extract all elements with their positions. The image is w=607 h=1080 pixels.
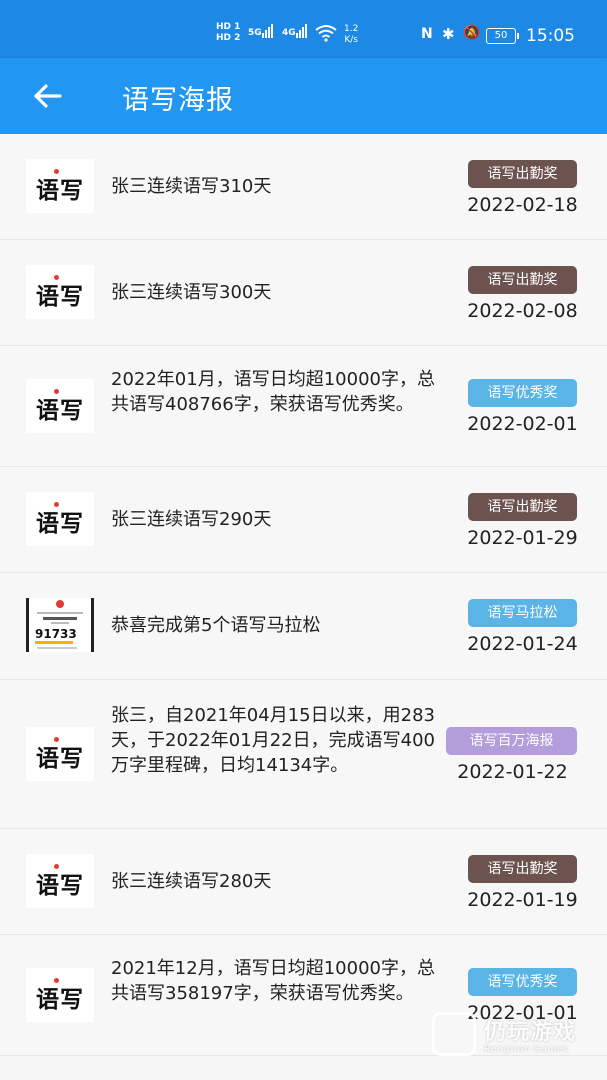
page-title: 语写海报	[122, 85, 234, 116]
nfc-icon: N	[421, 26, 433, 42]
item-text: 张三连续语写290天	[111, 509, 272, 530]
watermark-subtext: Rengwan Games	[484, 1044, 569, 1055]
item-text: 张三连续语写300天	[111, 282, 272, 303]
item-date: 2022-01-24	[467, 633, 578, 655]
list-item[interactable]: 91733 恭喜完成第5个语写马拉松 语写马拉松 2022-01-24	[0, 573, 607, 680]
arrow-left-icon	[34, 84, 62, 108]
watermark-text: 仍玩游戏	[484, 1020, 577, 1045]
award-badge: 语写出勤奖	[468, 493, 577, 521]
list-item[interactable]: 语写 2022年01月，语写日均超10000字，总共语写408766字，荣获语写…	[0, 346, 607, 467]
watermark: 仍玩游戏 Rengwan Games	[432, 1012, 607, 1080]
item-date: 2022-02-01	[467, 413, 578, 435]
poster-thumbnail: 语写	[26, 492, 94, 546]
poster-thumbnail: 语写	[26, 854, 94, 908]
bluetooth-icon: ✱	[442, 25, 455, 43]
signal-4g-icon: 4G	[282, 24, 308, 38]
item-text: 张三，自2021年04月15日以来，用283天，于2022年01月22日，完成语…	[111, 705, 435, 776]
battery-icon: 50	[486, 28, 519, 44]
wifi-icon	[314, 24, 338, 46]
list-item[interactable]: 语写 张三，自2021年04月15日以来，用283天，于2022年01月22日，…	[0, 680, 607, 829]
back-button[interactable]	[30, 76, 66, 116]
award-badge: 语写马拉松	[468, 599, 577, 627]
poster-thumbnail: 语写	[26, 159, 94, 213]
poster-list: 语写 张三连续语写310天 语写出勤奖 2022-02-18 语写 张三连续语写…	[0, 134, 607, 1056]
poster-thumbnail: 语写	[26, 727, 94, 781]
award-badge: 语写出勤奖	[468, 855, 577, 883]
item-date: 2022-02-18	[467, 194, 578, 216]
item-text: 张三连续语写280天	[111, 871, 272, 892]
list-item[interactable]: 语写 张三连续语写310天 语写出勤奖 2022-02-18	[0, 134, 607, 240]
status-bar: HD 1 HD 2 5G 4G 1.2 K/s N ✱ 🔕 50 15:05	[0, 0, 607, 58]
item-text: 2021年12月，语写日均超10000字，总共语写358197字，荣获语写优秀奖…	[111, 958, 435, 1004]
poster-thumbnail: 语写	[26, 265, 94, 319]
app-bar: 语写海报	[0, 58, 607, 134]
network-speed: 1.2 K/s	[344, 24, 359, 45]
mute-bell-icon: 🔕	[463, 25, 481, 41]
poster-thumbnail: 91733	[26, 598, 94, 652]
signal-5g-icon: 5G	[248, 24, 274, 38]
award-badge: 语写优秀奖	[468, 379, 577, 407]
item-date: 2022-02-08	[467, 300, 578, 322]
award-badge: 语写出勤奖	[468, 266, 577, 294]
item-date: 2022-01-19	[467, 889, 578, 911]
award-badge: 语写出勤奖	[468, 160, 577, 188]
item-date: 2022-01-22	[457, 761, 568, 783]
poster-thumbnail: 语写	[26, 379, 94, 433]
list-item[interactable]: 语写 张三连续语写280天 语写出勤奖 2022-01-19	[0, 829, 607, 935]
item-text: 恭喜完成第5个语写马拉松	[111, 615, 321, 636]
poster-thumbnail: 语写	[26, 968, 94, 1022]
list-item[interactable]: 语写 张三连续语写300天 语写出勤奖 2022-02-08	[0, 240, 607, 346]
item-text: 2022年01月，语写日均超10000字，总共语写408766字，荣获语写优秀奖…	[111, 369, 435, 415]
award-badge: 语写优秀奖	[468, 968, 577, 996]
list-item[interactable]: 语写 张三连续语写290天 语写出勤奖 2022-01-29	[0, 467, 607, 573]
award-badge: 语写百万海报	[446, 727, 577, 755]
item-date: 2022-01-29	[467, 527, 578, 549]
item-text: 张三连续语写310天	[111, 176, 272, 197]
hd-indicator: HD 1 HD 2	[216, 22, 241, 43]
watermark-logo-icon	[432, 1012, 476, 1056]
clock: 15:05	[526, 26, 575, 46]
